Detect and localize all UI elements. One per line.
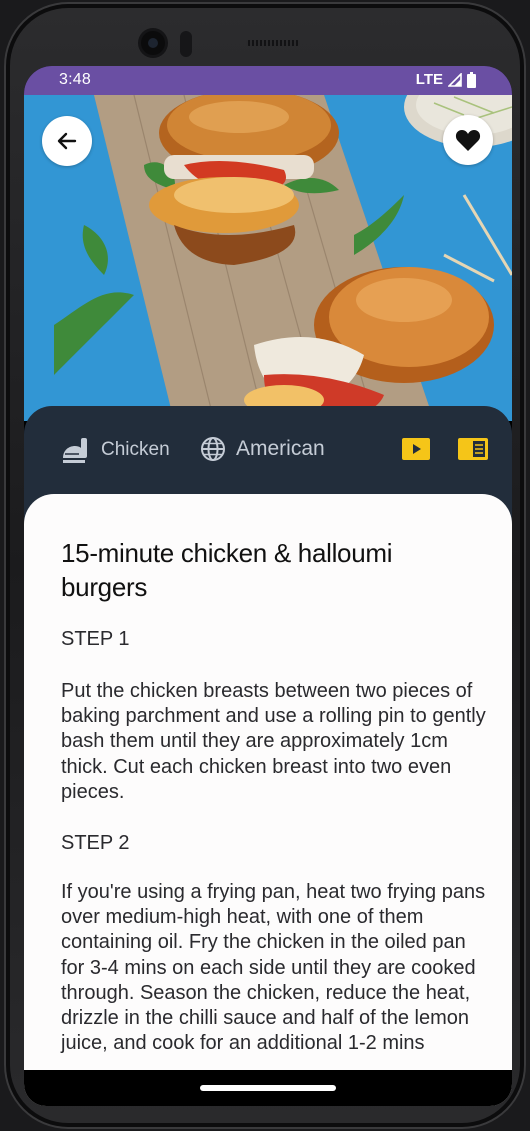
- category-label: Chicken: [101, 439, 170, 460]
- area-tag[interactable]: American: [200, 436, 325, 462]
- earpiece-speaker: [246, 40, 300, 46]
- category-tag[interactable]: Chicken: [61, 436, 170, 464]
- favorite-button[interactable]: [443, 115, 493, 165]
- food-icon: [63, 438, 87, 463]
- network-type: LTE: [415, 71, 443, 88]
- battery-icon: [467, 71, 476, 88]
- video-button[interactable]: [402, 438, 430, 465]
- status-indicators: LTE: [416, 71, 476, 88]
- status-bar: 3:48 LTE: [24, 66, 512, 95]
- recipe-content-card: 15-minute chicken & halloumi burgers STE…: [24, 494, 512, 1106]
- youtube-icon: [402, 438, 430, 460]
- article-button[interactable]: [458, 438, 488, 465]
- arrow-left-icon: [57, 132, 77, 150]
- recipe-title: 15-minute chicken & halloumi burgers: [61, 538, 393, 602]
- step-text: If you're using a frying pan, heat two f…: [61, 881, 486, 1055]
- home-indicator[interactable]: [200, 1085, 336, 1091]
- signal-icon: [447, 71, 462, 87]
- globe-icon: [201, 437, 225, 461]
- area-label: American: [236, 437, 325, 460]
- heart-icon: [455, 130, 481, 151]
- status-time: 3:48: [59, 71, 91, 88]
- instructions-list: STEP 1 Put the chicken breasts between t…: [61, 626, 491, 1056]
- step-text: Put the chicken breasts between two piec…: [61, 680, 486, 803]
- navigation-bar: [24, 1070, 512, 1106]
- step-heading: STEP 1: [61, 628, 130, 650]
- screen: 3:48 LTE Chicken American 15-minute chic…: [24, 66, 512, 1106]
- recipe-hero-image: [24, 95, 512, 421]
- front-camera: [141, 31, 165, 55]
- back-button[interactable]: [42, 116, 92, 166]
- proximity-sensor: [180, 31, 192, 57]
- step-heading: STEP 2: [61, 832, 130, 855]
- article-icon: [458, 438, 488, 460]
